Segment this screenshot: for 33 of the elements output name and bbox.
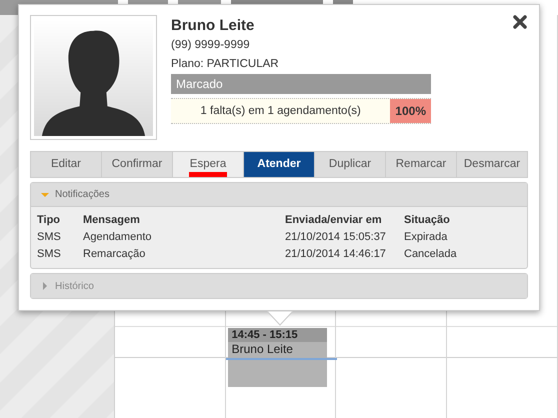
absence-summary: 1 falta(s) em 1 agendamento(s) xyxy=(199,104,362,119)
action-button[interactable]: Duplicar xyxy=(314,152,385,177)
table-cell-text: Cancelada xyxy=(404,247,458,262)
table-cell-text: Agendamento xyxy=(83,230,152,245)
table-cell-text: Remarcação xyxy=(83,247,146,262)
patient-name: Bruno Leite xyxy=(171,16,256,36)
column-header: Tipo xyxy=(37,213,62,228)
table-cell-text: 21/10/2014 14:46:17 xyxy=(285,247,387,262)
panel-header[interactable]: Notificações xyxy=(31,183,527,207)
action-button[interactable]: Desmarcar xyxy=(456,152,527,177)
action-button[interactable]: Atender xyxy=(243,152,314,177)
table-cell-text: SMS xyxy=(37,230,62,245)
action-button[interactable]: Remarcar xyxy=(385,152,456,177)
table-cell-text: 21/10/2014 15:05:37 xyxy=(285,230,387,245)
column-header: Mensagem xyxy=(83,213,141,228)
action-button[interactable]: Confirmar xyxy=(101,152,172,177)
absence-rate: 100% xyxy=(390,99,431,123)
action-button[interactable]: Editar xyxy=(31,152,101,177)
patient-plan: Plano: PARTICULAR xyxy=(171,57,280,72)
column-header: Situação xyxy=(404,213,451,228)
caret-down-icon xyxy=(41,190,49,198)
caret-right-icon xyxy=(41,282,49,290)
column-header: Enviada/enviar em xyxy=(285,213,383,228)
close-icon xyxy=(513,15,527,29)
close-button[interactable] xyxy=(511,13,529,31)
appointment-block[interactable]: 14:45 - 15:15 Bruno Leite xyxy=(228,328,327,387)
appointment-name: Bruno Leite xyxy=(232,342,293,356)
appointment-time: 14:45 - 15:15 xyxy=(228,328,327,342)
patient-phone: (99) 9999-9999 xyxy=(171,38,251,53)
status-bar: Marcado xyxy=(171,74,431,94)
table-cell-text: SMS xyxy=(37,247,62,262)
action-button[interactable]: Espera xyxy=(172,152,243,177)
table-cell-text: Expirada xyxy=(404,230,448,245)
